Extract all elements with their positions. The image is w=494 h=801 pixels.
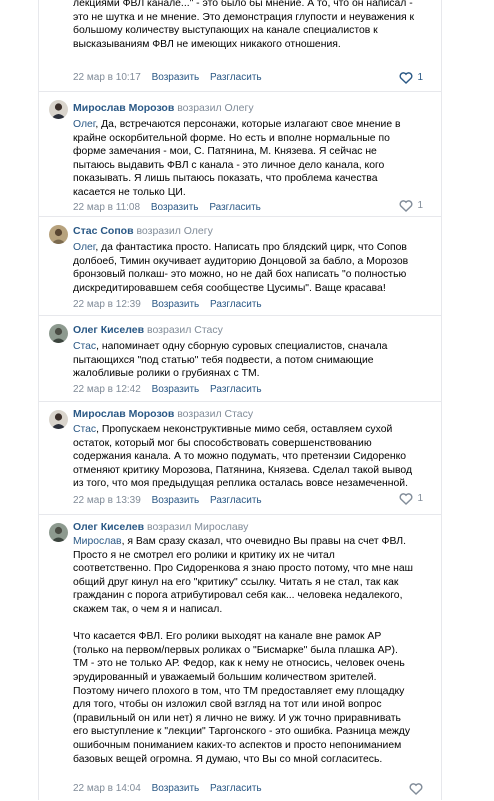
reply-to[interactable]: возразил Стасу bbox=[147, 324, 223, 336]
like-count: 1 bbox=[417, 72, 423, 83]
comment: Мирослав Морозов возразил Стасу Стас, Пр… bbox=[39, 401, 441, 514]
reply-button[interactable]: Возразить bbox=[152, 495, 200, 506]
comment-text: Олег, да фантастика просто. Написать про… bbox=[73, 242, 409, 294]
comment-text: Стас, напоминает одну сборную суровых сп… bbox=[73, 341, 388, 380]
addressee-link[interactable]: Стас bbox=[73, 424, 96, 435]
heart-icon bbox=[399, 493, 413, 505]
unlike-button[interactable]: Разгласить bbox=[210, 783, 262, 794]
comment-date[interactable]: 22 мар в 13:39 bbox=[73, 495, 141, 506]
comment-date[interactable]: 22 мар в 12:39 bbox=[73, 299, 141, 310]
avatar[interactable] bbox=[49, 523, 68, 542]
heart-icon bbox=[409, 783, 423, 795]
reply-button[interactable]: Возразить bbox=[151, 202, 199, 213]
comment-text: Стас, Пропускаем неконструктивные мимо с… bbox=[73, 424, 413, 490]
comment-text: Олег, Да, встречаются персонажи, которые… bbox=[73, 119, 401, 198]
comment-meta: 22 мар в 12:42 Возразить Разгласить bbox=[73, 384, 262, 396]
unlike-button[interactable]: Разгласить bbox=[210, 299, 262, 310]
comment: Олег Киселев возразил Мирославу Мирослав… bbox=[39, 514, 441, 801]
comment-header: Мирослав Морозов возразил Олегу bbox=[73, 102, 254, 115]
author-name[interactable]: Олег Киселев bbox=[73, 521, 144, 533]
comment-text: Мирослав, я Вам сразу сказал, что очевид… bbox=[73, 536, 413, 765]
reply-button[interactable]: Возразить bbox=[152, 299, 200, 310]
comment-date[interactable]: 22 мар в 12:42 bbox=[73, 384, 141, 395]
comment-date[interactable]: 22 мар в 14:04 bbox=[73, 783, 141, 794]
like-button[interactable] bbox=[409, 783, 423, 795]
comment-header: Стас Сопов возразил Олегу bbox=[73, 225, 213, 238]
addressee-link[interactable]: Стас bbox=[73, 341, 96, 352]
comment-date[interactable]: 22 мар в 10:17 bbox=[73, 72, 141, 83]
comment: Мирослав Морозов возразил Олегу Олег, Да… bbox=[39, 91, 441, 216]
comment: Олег Киселев возразил Стасу Стас, напоми… bbox=[39, 315, 441, 401]
author-name[interactable]: Мирослав Морозов bbox=[73, 102, 174, 114]
heart-icon bbox=[399, 72, 413, 84]
comment-header: Олег Киселев возразил Мирославу bbox=[73, 521, 248, 534]
heart-icon bbox=[399, 200, 413, 212]
comment: Стас Сопов возразил Олегу Олег, да фанта… bbox=[39, 216, 441, 315]
comment-meta: 22 мар в 14:04 Возразить Разгласить bbox=[73, 783, 262, 795]
comment-meta: 22 мар в 11:08 Возразить Разгласить bbox=[73, 202, 261, 214]
avatar[interactable] bbox=[49, 324, 68, 343]
comment-text: лекциями ФВЛ канале..." - это было бы мн… bbox=[73, 0, 415, 50]
like-button[interactable]: 1 bbox=[399, 493, 423, 505]
avatar[interactable] bbox=[49, 225, 68, 244]
comment-meta: 22 мар в 13:39 Возразить Разгласить bbox=[73, 495, 262, 507]
comment-date[interactable]: 22 мар в 11:08 bbox=[73, 202, 140, 213]
reply-to[interactable]: возразил Мирославу bbox=[147, 521, 248, 533]
comment-meta: 22 мар в 10:17 Возразить Разгласить bbox=[73, 72, 262, 84]
reply-button[interactable]: Возразить bbox=[152, 384, 200, 395]
comment-header: Мирослав Морозов возразил Стасу bbox=[73, 408, 253, 421]
like-count: 1 bbox=[417, 493, 423, 504]
addressee-link[interactable]: Олег bbox=[73, 119, 95, 130]
reply-to[interactable]: возразил Стасу bbox=[177, 408, 253, 420]
avatar[interactable] bbox=[49, 410, 68, 429]
reply-to[interactable]: возразил Олегу bbox=[136, 225, 212, 237]
unlike-button[interactable]: Разгласить bbox=[209, 202, 261, 213]
avatar[interactable] bbox=[49, 100, 68, 119]
unlike-button[interactable]: Разгласить bbox=[210, 384, 262, 395]
comment-header: Олег Киселев возразил Стасу bbox=[73, 324, 223, 337]
reply-button[interactable]: Возразить bbox=[152, 72, 200, 83]
author-name[interactable]: Мирослав Морозов bbox=[73, 408, 174, 420]
author-name[interactable]: Олег Киселев bbox=[73, 324, 144, 336]
comment-meta: 22 мар в 12:39 Возразить Разгласить bbox=[73, 299, 262, 311]
reply-button[interactable]: Возразить bbox=[152, 783, 200, 794]
comments-thread: лекциями ФВЛ канале..." - это было бы мн… bbox=[38, 0, 442, 800]
addressee-link[interactable]: Олег bbox=[73, 242, 95, 253]
unlike-button[interactable]: Разгласить bbox=[210, 72, 262, 83]
addressee-link[interactable]: Мирослав bbox=[73, 536, 122, 547]
like-button[interactable]: 1 bbox=[399, 72, 423, 84]
author-name[interactable]: Стас Сопов bbox=[73, 225, 134, 237]
comment: лекциями ФВЛ канале..." - это было бы мн… bbox=[39, 0, 441, 90]
reply-to[interactable]: возразил Олегу bbox=[177, 102, 253, 114]
unlike-button[interactable]: Разгласить bbox=[210, 495, 262, 506]
like-button[interactable]: 1 bbox=[399, 200, 423, 212]
like-count: 1 bbox=[417, 200, 423, 211]
